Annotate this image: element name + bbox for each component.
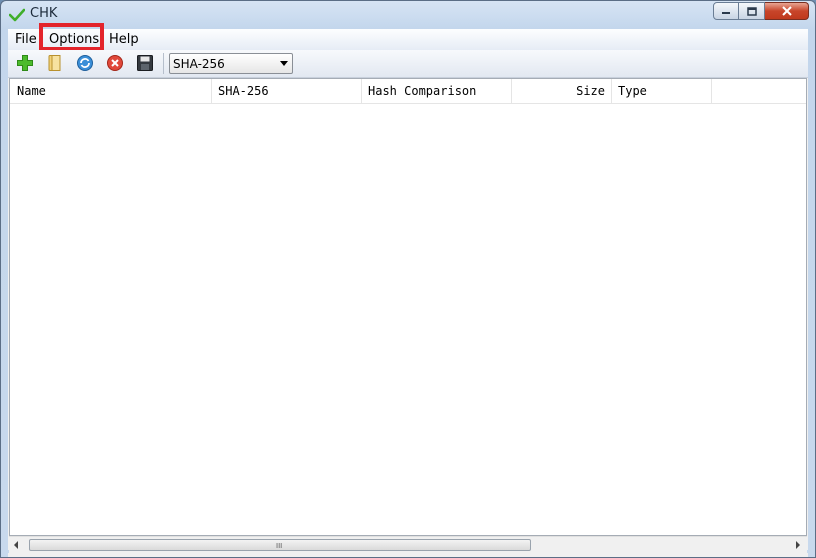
- scroll-left-icon[interactable]: [14, 541, 18, 549]
- status-bar: [8, 553, 808, 557]
- scroll-right-icon[interactable]: [796, 541, 800, 549]
- folder-icon[interactable]: [46, 54, 64, 72]
- minimize-button[interactable]: [713, 2, 739, 20]
- remove-icon[interactable]: [106, 54, 124, 72]
- refresh-icon[interactable]: [76, 54, 94, 72]
- list-header: Name SHA-256 Hash Comparison Size Type: [10, 79, 806, 104]
- window-title: CHK: [30, 6, 58, 21]
- add-icon[interactable]: [16, 54, 34, 72]
- hash-algorithm-value: SHA-256: [173, 57, 225, 71]
- caption-buttons: [713, 2, 809, 22]
- scrollbar-thumb[interactable]: III: [29, 539, 531, 551]
- column-header-type[interactable]: Type: [612, 79, 712, 103]
- maximize-button[interactable]: [739, 2, 765, 20]
- menu-help[interactable]: Help: [109, 32, 139, 47]
- checkmark-icon: [9, 8, 25, 22]
- app-window: CHK File Options Help SHA-256 Name SHA-2…: [0, 0, 816, 558]
- column-header-name[interactable]: Name: [10, 79, 212, 103]
- column-header-sha256[interactable]: SHA-256: [212, 79, 362, 103]
- save-icon[interactable]: [136, 54, 154, 72]
- maximize-icon: [746, 6, 757, 16]
- column-header-size[interactable]: Size: [512, 79, 612, 103]
- scrollbar-grip: III: [276, 542, 283, 550]
- menu-file[interactable]: File: [15, 32, 37, 47]
- column-header-hash-comparison[interactable]: Hash Comparison: [362, 79, 512, 103]
- close-icon: [781, 6, 792, 16]
- menu-bar: File Options Help: [8, 23, 808, 51]
- minimize-icon: [722, 12, 730, 14]
- toolbar: SHA-256: [8, 50, 808, 78]
- close-button[interactable]: [765, 2, 809, 20]
- hash-algorithm-select[interactable]: SHA-256: [169, 53, 293, 74]
- title-bar[interactable]: CHK: [1, 1, 815, 29]
- highlight-box: [39, 23, 104, 51]
- client-area: File Options Help SHA-256 Name SHA-256 H…: [8, 23, 808, 557]
- toolbar-separator: [163, 53, 164, 74]
- chevron-down-icon: [280, 61, 288, 66]
- file-list[interactable]: Name SHA-256 Hash Comparison Size Type: [9, 78, 807, 536]
- horizontal-scrollbar[interactable]: III: [9, 536, 807, 554]
